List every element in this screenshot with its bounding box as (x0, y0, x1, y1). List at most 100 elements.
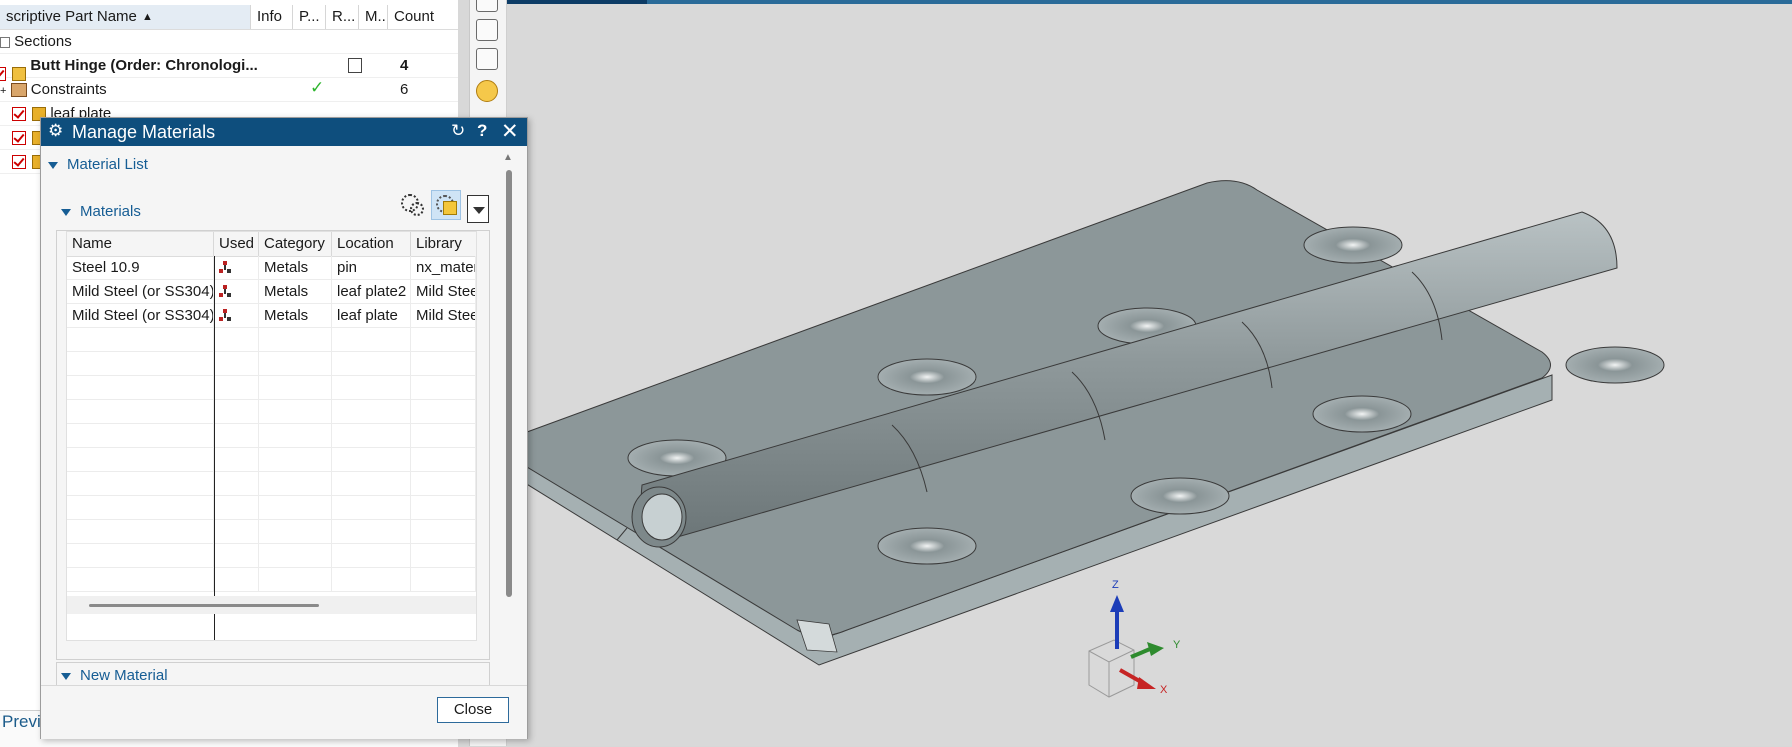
empty-cell (411, 496, 476, 520)
scroll-up-icon[interactable]: ▲ (503, 152, 513, 163)
manage-materials-dialog[interactable]: ⚙ Manage Materials ↻ ? ✕ ▲ ▼ Material Li… (40, 117, 528, 739)
empty-cell (411, 568, 476, 592)
empty-table-row (67, 424, 476, 448)
empty-cell (259, 496, 332, 520)
material-category: Metals (259, 256, 332, 280)
sections-label: Sections (14, 33, 72, 50)
empty-cell (67, 544, 214, 568)
navigator-row-assembly[interactable]: Butt Hinge (Order: Chronologi... (0, 54, 260, 82)
materials-table[interactable]: Name Used Category Location Library Stee… (66, 231, 477, 641)
assign-material-button[interactable] (431, 190, 461, 220)
empty-cell (259, 520, 332, 544)
help-icon[interactable]: ? (477, 121, 487, 141)
graphics-window[interactable]: Z Y X (507, 0, 1792, 746)
history-icon[interactable] (476, 19, 498, 41)
toolbar-dropdown[interactable] (467, 195, 489, 223)
column-m[interactable]: M... (359, 5, 388, 29)
empty-cell (67, 424, 214, 448)
navigator-row-constraints[interactable]: + Constraints (0, 78, 107, 102)
expand-icon[interactable]: + (0, 85, 6, 97)
empty-cell (214, 448, 259, 472)
empty-cell (411, 424, 476, 448)
empty-cell (259, 448, 332, 472)
empty-table-row (67, 568, 476, 592)
assembly-count: 4 (400, 57, 409, 74)
collapse-triangle-icon (61, 208, 71, 216)
close-button[interactable]: Close (437, 697, 509, 723)
save-status-icon (348, 58, 362, 73)
material-list-section-header[interactable]: Material List (48, 156, 148, 173)
new-material-label: New Material (80, 667, 168, 684)
table-horizontal-scrollbar[interactable] (67, 596, 476, 614)
scrollbar-thumb[interactable] (89, 604, 319, 607)
dialog-scrollbar[interactable]: ▲ ▼ (503, 152, 515, 715)
material-location: leaf plate2 (332, 280, 411, 304)
empty-cell (332, 472, 411, 496)
scrollbar-thumb[interactable] (506, 170, 512, 597)
empty-cell (259, 472, 332, 496)
empty-cell (214, 520, 259, 544)
empty-cell (214, 472, 259, 496)
sections-folder-icon (0, 36, 10, 48)
table-row[interactable]: Steel 10.9 Metals pin nx_mater (67, 256, 476, 280)
material-category: Metals (259, 280, 332, 304)
column-location[interactable]: Location (332, 232, 411, 256)
chevron-down-icon (473, 207, 485, 214)
empty-cell (214, 376, 259, 400)
constraints-label: Constraints (30, 81, 107, 98)
column-library[interactable]: Library (411, 232, 476, 256)
refresh-icon[interactable] (476, 48, 498, 70)
preview-label[interactable]: Previ (2, 712, 41, 732)
new-material-section-header[interactable]: New Material (61, 667, 168, 684)
visibility-checkbox[interactable] (12, 107, 26, 122)
used-cell (214, 304, 259, 328)
empty-cell (332, 520, 411, 544)
empty-cell (411, 400, 476, 424)
column-category[interactable]: Category (259, 232, 332, 256)
materials-settings-button[interactable] (398, 190, 428, 220)
gear-icon: ⚙ (48, 121, 64, 140)
column-p[interactable]: P... (293, 5, 326, 29)
dialog-title-bar[interactable]: ⚙ Manage Materials ↻ ? ✕ (41, 118, 527, 146)
x-axis-label: X (1160, 684, 1168, 696)
navigator-row-sections[interactable]: Sections (0, 30, 72, 54)
close-icon[interactable]: ✕ (501, 119, 519, 144)
constraints-count: 6 (400, 81, 409, 98)
used-cell (214, 280, 259, 304)
empty-cell (332, 448, 411, 472)
empty-cell (332, 424, 411, 448)
column-info[interactable]: Info (251, 5, 293, 29)
column-r[interactable]: R... (326, 5, 359, 29)
materials-table-header: Name Used Category Location Library (67, 232, 476, 257)
empty-cell (259, 400, 332, 424)
visibility-checkbox[interactable] (12, 155, 26, 170)
z-axis-label: Z (1112, 579, 1119, 591)
used-in-assembly-icon (219, 261, 231, 275)
column-used[interactable]: Used (214, 232, 259, 256)
roles-icon[interactable] (476, 0, 498, 12)
collapse-triangle-icon (48, 161, 58, 169)
empty-table-row (67, 472, 476, 496)
empty-cell (411, 520, 476, 544)
visibility-checkbox[interactable] (12, 131, 26, 146)
reset-icon[interactable]: ↻ (451, 121, 465, 141)
empty-cell (67, 376, 214, 400)
materials-section-header[interactable]: Materials (61, 203, 141, 220)
material-name: Mild Steel (or SS304) (67, 304, 214, 328)
empty-cell (67, 496, 214, 520)
table-row[interactable]: Mild Steel (or SS304) Metals leaf plate2… (67, 280, 476, 304)
assembly-name: Butt Hinge (Order: Chronologi... (30, 57, 258, 74)
column-name[interactable]: Name (67, 232, 214, 256)
empty-cell (67, 568, 214, 592)
orientation-triad (1088, 595, 1164, 698)
empty-cell (411, 376, 476, 400)
material-library: Mild Stee (411, 280, 476, 304)
material-library: Mild Stee (411, 304, 476, 328)
view-triad[interactable]: Z Y X (1077, 579, 1187, 700)
column-part-name[interactable]: scriptive Part Name ▲ (0, 5, 251, 29)
column-count[interactable]: Count (388, 5, 448, 29)
empty-cell (214, 424, 259, 448)
assembly-navigator-icon[interactable] (476, 80, 498, 102)
table-row[interactable]: Mild Steel (or SS304) Metals leaf plate … (67, 304, 476, 328)
empty-cell (332, 544, 411, 568)
